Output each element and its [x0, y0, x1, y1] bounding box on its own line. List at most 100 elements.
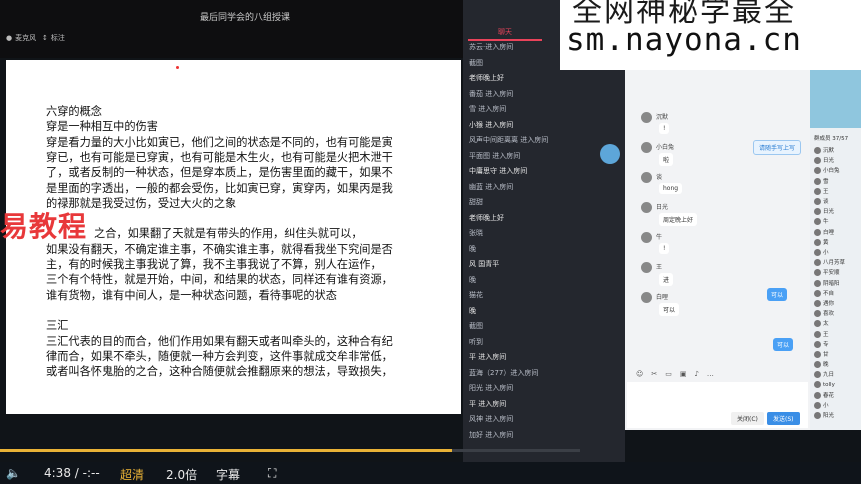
member-name: 太 [823, 321, 829, 328]
member-item[interactable]: 沉默 [814, 146, 834, 154]
member-name: 白哩 [823, 229, 835, 236]
member-avatar [814, 330, 821, 338]
watermark-box: 全网神秘学最全 sm.nayona.cn [560, 0, 861, 70]
member-item[interactable]: 白哩 [814, 228, 834, 236]
my-chat-bubble: 可以 [773, 338, 794, 351]
chat-input[interactable]: 关闭(C) 发送(S) [627, 382, 808, 428]
live-chat-entry: 甜甜 [469, 198, 483, 206]
chat-bubble: 进 [659, 273, 674, 286]
member-avatar [814, 340, 821, 348]
member-item[interactable]: 雪 [814, 177, 829, 185]
pin-toolbar-item[interactable]: ↕ 标注 [42, 32, 65, 44]
member-item[interactable]: 王 [814, 187, 829, 195]
quick-reply-button[interactable]: 请随手写上写 [753, 140, 802, 155]
member-item[interactable]: 遇你 [814, 299, 834, 307]
speed-button[interactable]: 2.0倍 [166, 466, 197, 483]
mic-icon[interactable]: ♪ [694, 370, 698, 380]
member-item[interactable]: 不自 [814, 289, 834, 297]
member-name: 黄 [823, 239, 829, 246]
member-item[interactable]: 太 [814, 319, 829, 328]
quality-button[interactable]: 超清 [120, 466, 144, 483]
member-item[interactable]: 谈 [814, 197, 829, 205]
fullscreen-icon[interactable]: ⛶ [268, 466, 276, 481]
live-chat-entry: 风声中间距离离 进入房间 [469, 136, 549, 144]
member-avatar [814, 380, 821, 388]
chat-sender: 王 [641, 262, 662, 273]
mic-toolbar-item[interactable]: ● 麦克风 [6, 32, 36, 44]
member-item[interactable]: 喜欢 [814, 309, 835, 318]
member-avatar [814, 218, 821, 226]
live-chat-entry: 截图 [469, 58, 483, 67]
cancel-button[interactable]: 关闭(C) [731, 412, 764, 425]
member-item[interactable]: 八月芳草 [814, 258, 846, 267]
document-line: 如果没有翻天，不确定谁主事，不确实谁主事，就得看我坐下究间是否 [46, 242, 393, 256]
member-item[interactable]: 春花 [814, 391, 834, 399]
subtitle-button[interactable]: 字幕 [216, 466, 240, 483]
member-item[interactable]: 阳光 [814, 411, 835, 420]
member-name: 王 [823, 188, 829, 195]
member-item[interactable]: 黄 [814, 238, 829, 246]
member-name: 喜欢 [823, 311, 835, 318]
member-item[interactable]: 王 [814, 330, 829, 338]
image-icon[interactable]: ▣ [680, 370, 687, 380]
chat-sender: 白哩 [641, 292, 668, 303]
member-avatar [814, 289, 821, 297]
member-item[interactable]: 日光 [814, 156, 834, 165]
member-name: 专 [823, 341, 829, 348]
emoji-icon[interactable]: ☺ [636, 370, 643, 380]
live-chat-entry: 晚 [469, 244, 476, 253]
sender-name: 谈 [656, 174, 663, 181]
live-chat-entry: 风神 进入房间 [469, 415, 514, 423]
chat-sender: 沉默 [641, 112, 668, 123]
member-name: 王 [823, 331, 829, 338]
mic-icon: ● [6, 34, 13, 42]
member-item[interactable]: 日光 [814, 207, 834, 216]
member-avatar [814, 402, 821, 409]
member-item[interactable]: 九日 [814, 370, 834, 379]
member-item[interactable]: 小 [814, 401, 829, 409]
document-line: 主，有的时候我主事我说了算，我不主事我说了不算，别人在运作， [46, 258, 382, 271]
member-avatar [814, 279, 821, 287]
member-item[interactable]: 小白兔 [814, 166, 840, 175]
document-line: 或者叫各怀鬼胎的之合，这种合随便就会推翻原来的想法，导致损失， [46, 365, 393, 379]
live-chat-entry: 晚 [469, 275, 476, 284]
member-name: 甘 [823, 352, 829, 358]
member-item[interactable]: 甘 [814, 350, 829, 358]
time-display: 4:38 / -:-- [44, 466, 100, 480]
live-chat-entry: 阳光 进入房间 [469, 384, 514, 392]
member-item[interactable]: 小 [814, 248, 829, 256]
member-name: 八月芳草 [823, 260, 846, 267]
member-avatar [814, 228, 821, 236]
avatar [641, 142, 652, 153]
document-line: 三汇代表的目的而合，他们作用如果有翻天或者叫牵头的，这种合有纪 [46, 334, 393, 348]
tab-chat[interactable]: 聊天 [468, 27, 542, 41]
member-item[interactable]: 晚 [814, 360, 829, 369]
member-item[interactable]: 平安顺 [814, 268, 840, 277]
member-banner [810, 70, 861, 128]
chat-bubble: 周定晚上好 [659, 213, 698, 226]
avatar [641, 172, 652, 183]
volume-icon[interactable]: 🔈 [6, 466, 21, 480]
video-top-bar: 最后同学会的八组授课 ● 麦克风 ↕ 标注 [0, 0, 463, 58]
chat-bubble: hong [659, 183, 683, 194]
member-item[interactable]: 专 [814, 340, 829, 348]
member-name: 谈 [823, 199, 829, 205]
folder-icon[interactable]: ▭ [665, 370, 672, 380]
scroll-bubble-icon[interactable] [600, 144, 620, 164]
member-item[interactable]: 阴暗阳 [814, 279, 840, 287]
progress-bar[interactable] [0, 449, 580, 452]
member-name: 小 [823, 250, 829, 256]
my-chat-bubble: 可以 [767, 288, 788, 301]
member-name: 阳光 [823, 413, 835, 420]
member-item[interactable]: 牛 [814, 217, 829, 226]
chat-sender: 日光 [641, 202, 668, 213]
avatar [641, 202, 652, 213]
screenshot-icon[interactable]: ✂ [651, 370, 657, 380]
member-avatar [814, 361, 821, 369]
sender-name: 小白兔 [656, 144, 675, 151]
send-button[interactable]: 发送(S) [767, 412, 800, 425]
member-name: 不自 [823, 290, 835, 297]
live-chat-entry: 听到 [469, 337, 483, 346]
member-item[interactable]: tolly [814, 380, 835, 388]
more-icon[interactable]: … [707, 370, 714, 380]
